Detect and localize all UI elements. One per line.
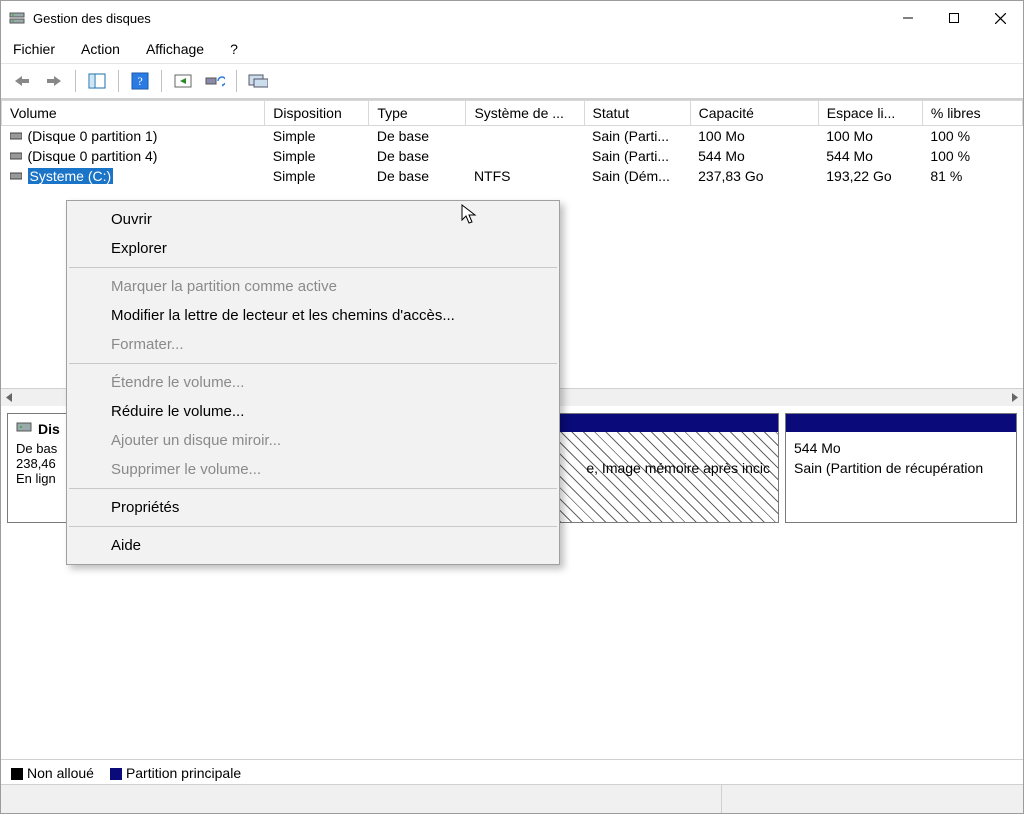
col-type[interactable]: Type [369,101,466,126]
toolbar-separator [118,70,119,92]
cell-pctfree: 100 % [922,126,1022,147]
statusbar [1,784,1023,813]
toolbar-settings-button[interactable] [244,67,272,95]
col-volume[interactable]: Volume [2,101,265,126]
cell-pctfree: 100 % [922,146,1022,166]
legend: Non alloué Partition principale [1,759,1023,785]
toolbar-separator [161,70,162,92]
cm-separator [69,363,557,364]
scroll-right-button[interactable] [1006,389,1023,406]
table-row[interactable]: (Disque 0 partition 4) Simple De base Sa… [2,146,1023,166]
volume-table: Volume Disposition Type Système de ... S… [1,100,1023,186]
cell-free: 544 Mo [818,146,922,166]
partition-size: 544 Mo [794,438,1008,458]
partition-stripe [786,414,1016,432]
close-button[interactable] [977,1,1023,35]
cell-free: 193,22 Go [818,166,922,186]
partition-body: 544 Mo Sain (Partition de récupération [786,432,1016,522]
status-segment [1,785,722,813]
cell-type: De base [369,166,466,186]
legend-unallocated: Non alloué [27,765,94,781]
cm-mark-active: Marquer la partition comme active [67,272,559,301]
toolbar: ? [1,64,1023,99]
col-filesystem[interactable]: Système de ... [466,101,584,126]
cell-status: Sain (Parti... [584,146,690,166]
legend-swatch-primary [110,768,122,780]
table-row-selected[interactable]: Systeme (C:) Simple De base NTFS Sain (D… [2,166,1023,186]
cm-separator [69,526,557,527]
table-row[interactable]: (Disque 0 partition 1) Simple De base Sa… [2,126,1023,147]
cell-fs [466,126,584,147]
volume-name: (Disque 0 partition 1) [28,128,158,144]
volume-icon [10,151,22,161]
partition-block[interactable]: 544 Mo Sain (Partition de récupération [785,413,1017,523]
cell-type: De base [369,146,466,166]
cm-delete: Supprimer le volume... [67,455,559,484]
legend-swatch-unallocated [11,768,23,780]
cm-help[interactable]: Aide [67,531,559,560]
cell-pctfree: 81 % [922,166,1022,186]
cm-properties[interactable]: Propriétés [67,493,559,522]
cm-separator [69,267,557,268]
col-capacity[interactable]: Capacité [690,101,818,126]
status-segment [722,785,1023,813]
menu-view[interactable]: Affichage [142,39,208,59]
volume-icon [10,171,22,181]
cell-disposition: Simple [265,126,369,147]
legend-primary: Partition principale [126,765,241,781]
cell-capacity: 544 Mo [690,146,818,166]
toolbar-back-button[interactable] [8,67,36,95]
col-status[interactable]: Statut [584,101,690,126]
cell-status: Sain (Parti... [584,126,690,147]
col-pctfree[interactable]: % libres [922,101,1022,126]
col-free[interactable]: Espace li... [818,101,922,126]
col-disposition[interactable]: Disposition [265,101,369,126]
cell-status: Sain (Dém... [584,166,690,186]
disk-icon [16,420,32,437]
menu-file[interactable]: Fichier [9,39,59,59]
cm-open[interactable]: Ouvrir [67,205,559,234]
minimize-button[interactable] [885,1,931,35]
cell-fs [466,146,584,166]
titlebar: Gestion des disques [1,1,1023,35]
disk-title: Dis [38,421,60,437]
cell-disposition: Simple [265,166,369,186]
menu-action[interactable]: Action [77,39,124,59]
cm-mirror: Ajouter un disque miroir... [67,426,559,455]
cell-fs: NTFS [466,166,584,186]
menubar: Fichier Action Affichage ? [1,35,1023,64]
volume-icon [10,131,22,141]
disk-management-window: Gestion des disques Fichier Action Affic… [0,0,1024,814]
cm-change-letter[interactable]: Modifier la lettre de lecteur et les che… [67,301,559,330]
cm-explore[interactable]: Explorer [67,234,559,263]
cell-capacity: 237,83 Go [690,166,818,186]
cm-separator [69,488,557,489]
cm-format: Formater... [67,330,559,359]
maximize-button[interactable] [931,1,977,35]
cell-capacity: 100 Mo [690,126,818,147]
toolbar-help-button[interactable]: ? [126,67,154,95]
cell-disposition: Simple [265,146,369,166]
svg-text:?: ? [137,74,142,88]
toolbar-separator [75,70,76,92]
volume-name: (Disque 0 partition 4) [28,148,158,164]
toolbar-forward-button[interactable] [40,67,68,95]
context-menu: Ouvrir Explorer Marquer la partition com… [66,200,560,565]
cell-type: De base [369,126,466,147]
partition-status: Sain (Partition de récupération [794,458,1008,478]
toolbar-show-hide-button[interactable] [83,67,111,95]
cm-extend: Étendre le volume... [67,368,559,397]
toolbar-separator [236,70,237,92]
window-title: Gestion des disques [33,11,151,26]
app-icon [9,10,25,26]
toolbar-refresh-button[interactable] [169,67,197,95]
scroll-left-button[interactable] [1,389,18,406]
table-header-row: Volume Disposition Type Système de ... S… [2,101,1023,126]
volume-name: Systeme (C:) [28,168,114,184]
toolbar-rescan-button[interactable] [201,67,229,95]
menu-help[interactable]: ? [226,39,242,59]
cm-shrink[interactable]: Réduire le volume... [67,397,559,426]
cell-free: 100 Mo [818,126,922,147]
